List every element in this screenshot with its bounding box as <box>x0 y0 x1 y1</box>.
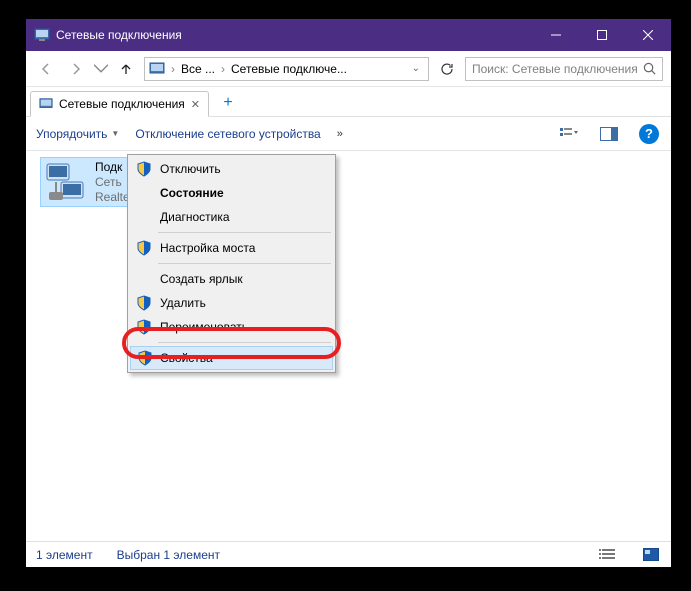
close-button[interactable] <box>625 19 671 51</box>
breadcrumb-item[interactable]: Все ... <box>181 62 215 76</box>
up-button[interactable] <box>114 57 138 81</box>
separator <box>158 342 331 343</box>
back-button[interactable] <box>34 57 58 81</box>
network-adapter-icon <box>43 160 87 204</box>
refresh-button[interactable] <box>435 57 459 81</box>
shield-icon <box>137 350 153 366</box>
connection-label: Подк Сеть Realte <box>95 160 130 204</box>
toolbar: Упорядочить ▼ Отключение сетевого устрой… <box>26 117 671 151</box>
forward-button[interactable] <box>64 57 88 81</box>
context-menu: Отключить Состояние Диагностика Настройк… <box>127 154 336 373</box>
ctx-properties[interactable]: Свойства <box>130 346 333 370</box>
ctx-rename[interactable]: Переименовать <box>130 315 333 339</box>
separator <box>158 232 331 233</box>
search-input[interactable]: Поиск: Сетевые подключения <box>465 57 663 81</box>
content-area[interactable]: Подк Сеть Realte Отключить Состояние Диа… <box>26 151 671 541</box>
help-icon: ? <box>639 124 659 144</box>
status-item-count: 1 элемент <box>36 548 93 562</box>
separator <box>158 263 331 264</box>
breadcrumb[interactable]: › Все ... › Сетевые подключе... ⌄ <box>144 57 429 81</box>
help-button[interactable]: ? <box>637 122 661 146</box>
tab-strip: Сетевые подключения ✕ + <box>26 87 671 117</box>
ctx-delete[interactable]: Удалить <box>130 291 333 315</box>
statusbar: 1 элемент Выбран 1 элемент <box>26 541 671 567</box>
tab-label: Сетевые подключения <box>59 97 185 111</box>
disable-device-button[interactable]: Отключение сетевого устройства <box>135 127 320 141</box>
tab-icon <box>39 97 53 111</box>
address-bar: › Все ... › Сетевые подключе... ⌄ Поиск:… <box>26 51 671 87</box>
app-icon <box>34 27 50 43</box>
view-options-button[interactable] <box>557 122 581 146</box>
location-icon <box>149 61 165 77</box>
recent-dropdown[interactable] <box>94 57 108 81</box>
shield-icon <box>136 161 152 177</box>
tab-close-icon[interactable]: ✕ <box>191 98 200 111</box>
preview-pane-button[interactable] <box>597 122 621 146</box>
search-placeholder: Поиск: Сетевые подключения <box>472 62 643 76</box>
ctx-shortcut[interactable]: Создать ярлык <box>130 267 333 291</box>
shield-icon <box>136 240 152 256</box>
toolbar-overflow-icon[interactable]: » <box>337 128 343 140</box>
ctx-status[interactable]: Состояние <box>130 181 333 205</box>
ctx-bridge[interactable]: Настройка моста <box>130 236 333 260</box>
window-title: Сетевые подключения <box>56 28 533 42</box>
shield-icon <box>136 295 152 311</box>
search-icon <box>643 62 656 75</box>
tab-network-connections[interactable]: Сетевые подключения ✕ <box>30 91 209 117</box>
chevron-down-icon: ▼ <box>111 129 119 138</box>
details-view-button[interactable] <box>597 547 617 563</box>
window: Сетевые подключения › <box>26 19 671 567</box>
ctx-diagnostics[interactable]: Диагностика <box>130 205 333 229</box>
new-tab-button[interactable]: + <box>215 90 241 116</box>
ctx-disable[interactable]: Отключить <box>130 157 333 181</box>
maximize-button[interactable] <box>579 19 625 51</box>
chevron-right-icon: › <box>219 62 227 76</box>
shield-icon <box>136 319 152 335</box>
organize-button[interactable]: Упорядочить ▼ <box>36 127 119 141</box>
address-dropdown-icon[interactable]: ⌄ <box>408 63 424 74</box>
breadcrumb-item[interactable]: Сетевые подключе... <box>231 62 347 76</box>
titlebar: Сетевые подключения <box>26 19 671 51</box>
status-selection: Выбран 1 элемент <box>117 548 220 562</box>
large-icons-view-button[interactable] <box>641 547 661 563</box>
minimize-button[interactable] <box>533 19 579 51</box>
chevron-right-icon: › <box>169 62 177 76</box>
